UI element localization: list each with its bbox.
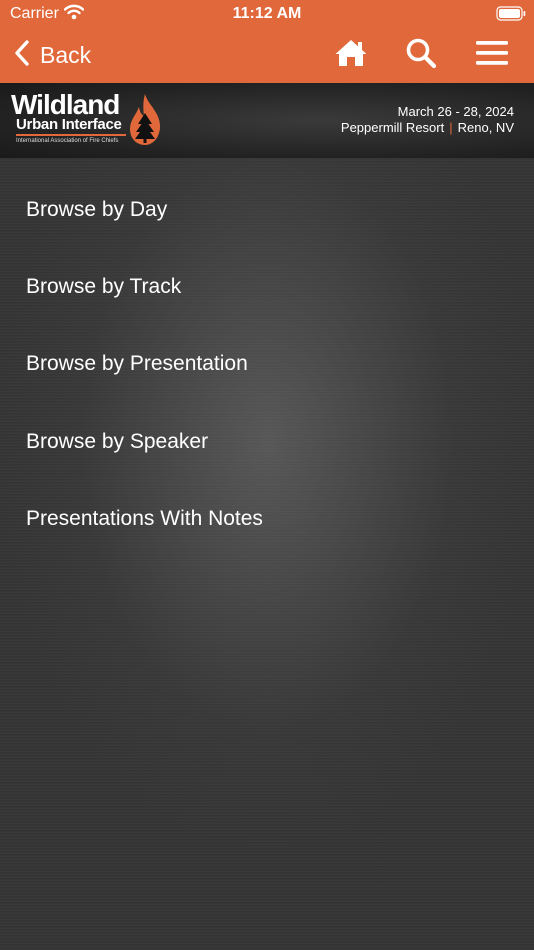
logo-title: Wildland [11, 89, 120, 120]
home-button[interactable] [331, 37, 371, 73]
logo-subtitle: Urban Interface [16, 116, 122, 133]
menu-item-browse-by-track[interactable]: Browse by Track [26, 267, 181, 307]
back-label: Back [40, 41, 92, 68]
flame-tree-icon [126, 93, 164, 152]
event-location: Peppermill Resort | Reno, NV [341, 120, 514, 135]
menu-item-browse-by-speaker[interactable]: Browse by Speaker [26, 422, 208, 462]
event-banner: Wildland Urban Interface International A… [0, 83, 534, 158]
logo-underline [16, 134, 126, 136]
logo-tagline: International Association of Fire Chiefs [16, 138, 119, 144]
search-icon [405, 37, 437, 74]
event-city: Reno, NV [457, 120, 514, 135]
menu-item-browse-by-presentation[interactable]: Browse by Presentation [26, 344, 248, 384]
status-time: 11:12 AM [232, 5, 302, 22]
menu-item-browse-by-day[interactable]: Browse by Day [26, 190, 167, 230]
chevron-left-icon [14, 39, 30, 71]
event-date: March 26 - 28, 2024 [397, 104, 514, 119]
location-separator: | [449, 120, 453, 135]
event-venue: Peppermill Resort [340, 120, 445, 135]
search-button[interactable] [401, 37, 441, 73]
battery-icon [496, 6, 526, 26]
browse-menu: Browse by Day Browse by Track Browse by … [0, 158, 534, 950]
menu-icon [475, 39, 509, 72]
back-button[interactable]: Back [14, 38, 91, 72]
menu-button[interactable] [472, 37, 512, 73]
menu-item-presentations-with-notes[interactable]: Presentations With Notes [26, 499, 263, 539]
status-bar: Carrier 11:12 AM [0, 0, 534, 28]
home-icon [334, 37, 368, 74]
navigation-bar: Back [0, 28, 534, 83]
